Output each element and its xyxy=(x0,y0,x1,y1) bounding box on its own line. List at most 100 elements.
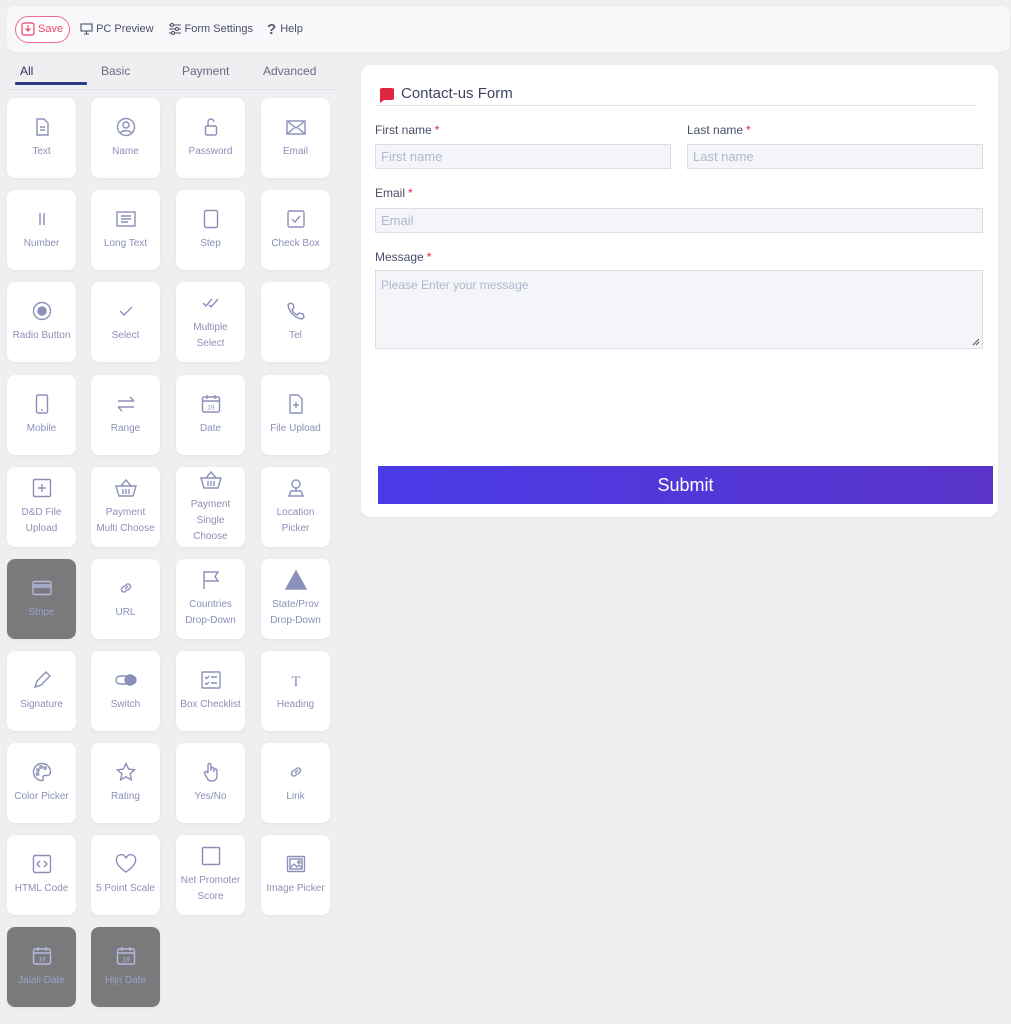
palette-item-color-picker[interactable]: Color Picker xyxy=(7,743,76,823)
save-button[interactable]: Save xyxy=(15,15,71,43)
palette-item-payment-single-choose[interactable]: Payment Single Choose xyxy=(176,467,245,547)
palette-item-label: Radio Button xyxy=(12,330,71,341)
last-name-input[interactable]: Last name xyxy=(687,144,983,169)
palette-item-5-point-scale[interactable]: 5 Point Scale xyxy=(91,835,160,915)
image-icon xyxy=(286,853,306,875)
last-name-placeholder: Last name xyxy=(693,149,754,164)
palette-item-jalali-date[interactable]: 19 Jalali Date xyxy=(7,927,76,1007)
form-settings-button[interactable]: Form Settings xyxy=(168,23,253,35)
user-icon xyxy=(116,116,136,138)
palette-item-yes-no[interactable]: Yes/No xyxy=(176,743,245,823)
palette-item-image-picker[interactable]: Image Picker xyxy=(261,835,330,915)
palette-item-payment-multi-choose[interactable]: Payment Multi Choose xyxy=(91,467,160,547)
svg-text:19: 19 xyxy=(122,957,130,964)
monitor-icon xyxy=(80,23,93,35)
save-label: Save xyxy=(38,23,64,35)
palette-item-multiple-select[interactable]: Multiple Select xyxy=(176,282,245,362)
message-placeholder: Please Enter your message xyxy=(381,278,529,292)
palette-item-label: Multiple Select xyxy=(193,322,228,349)
form-preview: Contact-us Form First name * First name L… xyxy=(361,65,998,517)
chat-flag-icon xyxy=(380,87,394,103)
palette-item-text[interactable]: Text xyxy=(7,98,76,178)
palette-item-label: D&D File Upload xyxy=(21,507,62,534)
palette-item-box-checklist[interactable]: Box Checklist xyxy=(176,651,245,731)
palette-item-label: Heading xyxy=(276,699,315,710)
palette-item-password[interactable]: Password xyxy=(176,98,245,178)
palette-item-label: Signature xyxy=(20,699,63,710)
form-settings-label: Form Settings xyxy=(184,23,254,35)
radio-icon xyxy=(32,300,52,322)
palette-item-hijri-date[interactable]: 19 Hijri Date xyxy=(91,927,160,1007)
palette-item-check-box[interactable]: Check Box xyxy=(261,190,330,270)
palette-item-date[interactable]: 19 Date xyxy=(176,375,245,455)
palette-item-label: Name xyxy=(112,146,139,157)
resize-handle-icon[interactable] xyxy=(972,338,980,346)
palette-item-label: Text xyxy=(32,146,51,157)
palette-item-label: Hijri Date xyxy=(104,975,147,986)
tab-advanced[interactable]: Advanced xyxy=(263,64,316,78)
pc-preview-button[interactable]: PC Preview xyxy=(80,23,154,35)
palette-item-html-code[interactable]: HTML Code xyxy=(7,835,76,915)
svg-text:T: T xyxy=(291,674,300,688)
palette-item-number[interactable]: Number xyxy=(7,190,76,270)
phone-icon xyxy=(286,300,306,322)
palette-item-name[interactable]: Name xyxy=(91,98,160,178)
message-textarea[interactable]: Please Enter your message xyxy=(375,270,983,349)
submit-button[interactable]: Submit xyxy=(378,466,993,504)
first-name-input[interactable]: First name xyxy=(375,144,671,169)
palette-item-file-upload[interactable]: File Upload xyxy=(261,375,330,455)
palette-item-signature[interactable]: Signature xyxy=(7,651,76,731)
palette-item-label: 5 Point Scale xyxy=(96,883,155,894)
submit-label: Submit xyxy=(657,474,714,495)
palette-item-email[interactable]: Email xyxy=(261,98,330,178)
palette-item-d-d-file-upload[interactable]: D&D File Upload xyxy=(7,467,76,547)
palette-item-label: Tel xyxy=(289,330,302,341)
tab-payment[interactable]: Payment xyxy=(182,64,229,78)
palette-item-switch[interactable]: Switch xyxy=(91,651,160,731)
palette-item-label: Select xyxy=(111,330,140,341)
palette-item-long-text[interactable]: Long Text xyxy=(91,190,160,270)
required-mark: * xyxy=(408,186,413,200)
palette-item-url[interactable]: URL xyxy=(91,559,160,639)
palette-item-label: Range xyxy=(110,423,141,434)
palette-item-net-promoter-score[interactable]: Net Promoter Score xyxy=(176,835,245,915)
flag-icon xyxy=(202,569,220,591)
credit-card-icon xyxy=(31,577,52,599)
palette-item-tel[interactable]: Tel xyxy=(261,282,330,362)
field-palette: Text Name Password Email Number Long Text Step… xyxy=(7,98,337,1018)
link-icon xyxy=(288,761,304,783)
palette-item-rating[interactable]: Rating xyxy=(91,743,160,823)
tab-all[interactable]: All xyxy=(20,64,33,78)
checklist-icon xyxy=(200,669,221,691)
palette-item-countries-drop-down[interactable]: Countries Drop-Down xyxy=(176,559,245,639)
form-title-text: Contact-us Form xyxy=(401,85,513,102)
palette-item-step[interactable]: Step xyxy=(176,190,245,270)
email-input[interactable]: Email xyxy=(375,208,983,233)
palette-item-label: State/Prov Drop-Down xyxy=(270,599,321,626)
document-icon xyxy=(35,116,49,138)
check-icon xyxy=(118,300,134,322)
title-divider xyxy=(375,105,976,106)
active-tab-indicator xyxy=(15,82,87,85)
palette-item-label: Email xyxy=(282,146,308,157)
palette-icon xyxy=(32,761,52,783)
palette-item-label: Password xyxy=(188,146,233,157)
palette-item-mobile[interactable]: Mobile xyxy=(7,375,76,455)
square-icon xyxy=(201,845,221,867)
palette-item-location-picker[interactable]: Location Picker xyxy=(261,467,330,547)
palette-item-state-prov-drop-down[interactable]: State/Prov Drop-Down xyxy=(261,559,330,639)
tab-basic[interactable]: Basic xyxy=(101,64,130,78)
palette-item-select[interactable]: Select xyxy=(91,282,160,362)
palette-item-heading[interactable]: T Heading xyxy=(261,651,330,731)
palette-item-stripe[interactable]: Stripe xyxy=(7,559,76,639)
palette-item-link[interactable]: Link xyxy=(261,743,330,823)
help-button[interactable]: ? Help xyxy=(267,21,303,38)
palette-item-label: Check Box xyxy=(271,238,320,249)
palette-item-label: Color Picker xyxy=(14,791,69,802)
palette-item-label: Yes/No xyxy=(194,791,227,802)
palette-item-radio-button[interactable]: Radio Button xyxy=(7,282,76,362)
range-icon xyxy=(116,393,136,415)
palette-item-range[interactable]: Range xyxy=(91,375,160,455)
file-upload-icon xyxy=(288,393,304,415)
first-name-placeholder: First name xyxy=(381,149,443,164)
